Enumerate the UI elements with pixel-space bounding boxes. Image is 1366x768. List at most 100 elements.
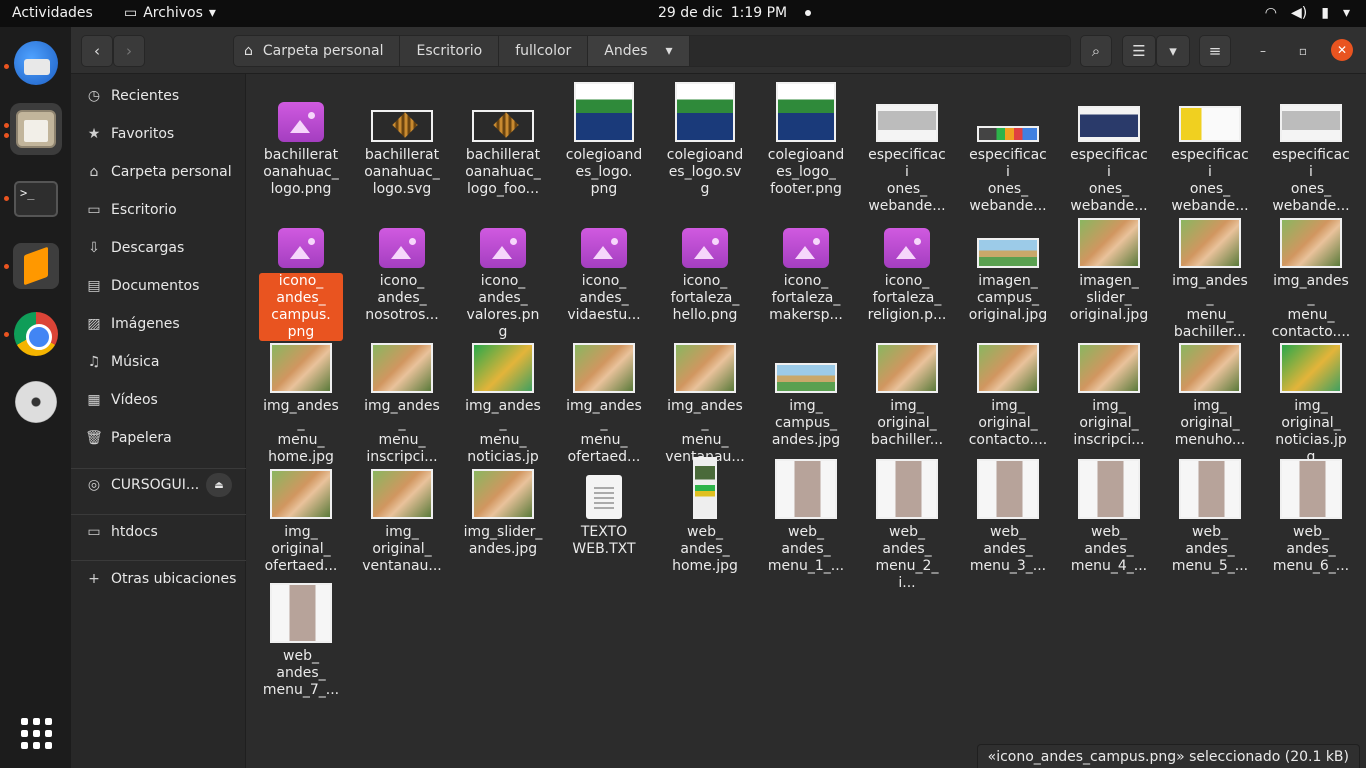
file-item[interactable]: icono_ andes_ campus. png bbox=[251, 204, 351, 341]
image-thumbnail bbox=[1179, 459, 1241, 519]
dock-terminal[interactable]: >_ bbox=[10, 173, 62, 225]
file-thumbnail-area bbox=[554, 329, 654, 395]
sidebar-item-favoritos[interactable]: ★ Favoritos bbox=[71, 117, 246, 151]
chevron-down-icon: ▾ bbox=[1169, 42, 1177, 60]
sidebar-item-device[interactable]: ◎ CURSOGUI... ⏏ bbox=[71, 468, 246, 502]
dock-chrome[interactable] bbox=[10, 308, 62, 360]
file-name: img_ original_ ventanau... bbox=[362, 524, 442, 574]
file-item[interactable]: icono_ andes_ nosotros... bbox=[352, 204, 452, 324]
file-item[interactable]: img_ original_ ofertaed... bbox=[251, 455, 351, 575]
app-menu[interactable]: ▭ Archivos ▾ bbox=[124, 5, 216, 21]
forward-button[interactable]: › bbox=[113, 35, 145, 67]
file-item[interactable]: img_andes_ menu_ ventanau... bbox=[655, 329, 755, 466]
eject-icon[interactable]: ⏏ bbox=[206, 473, 232, 497]
file-item[interactable]: especificaci ones_ webande... bbox=[857, 78, 957, 215]
file-item[interactable]: colegioand es_logo. png bbox=[554, 78, 654, 198]
image-thumbnail bbox=[472, 469, 534, 519]
file-item[interactable]: web_ andes_ menu_7_... bbox=[251, 579, 351, 699]
path-home[interactable]: ⌂ Carpeta personal bbox=[234, 36, 401, 66]
file-item[interactable]: web_ andes_ menu_5_... bbox=[1160, 455, 1260, 575]
file-item[interactable]: web_ andes_ menu_2_i... bbox=[857, 455, 957, 592]
file-item[interactable]: imagen_ campus_ original.jpg bbox=[958, 204, 1058, 324]
file-item[interactable]: especificaci ones_ webande... bbox=[958, 78, 1058, 215]
file-item[interactable]: TEXTO WEB.TXT bbox=[554, 455, 654, 558]
sidebar-item-carpeta-personal[interactable]: ⌂ Carpeta personal bbox=[71, 155, 246, 189]
file-item[interactable]: web_ andes_ menu_4_... bbox=[1059, 455, 1159, 575]
file-name: web_ andes_ menu_3_... bbox=[969, 524, 1047, 574]
back-button[interactable]: ‹ bbox=[81, 35, 113, 67]
file-item[interactable]: img_andes_ menu_ ofertaed... bbox=[554, 329, 654, 466]
music-icon: ♫ bbox=[87, 354, 101, 370]
list-view-button[interactable]: ☰ bbox=[1122, 35, 1156, 67]
file-item[interactable]: img_andes_ menu_ inscripci... bbox=[352, 329, 452, 466]
file-item[interactable]: img_andes_ menu_ bachiller... bbox=[1160, 204, 1260, 341]
file-item[interactable]: imagen_ slider_ original.jpg bbox=[1059, 204, 1159, 324]
file-item[interactable]: web_ andes_ menu_3_... bbox=[958, 455, 1058, 575]
file-item[interactable]: web_ andes_ menu_6_... bbox=[1261, 455, 1361, 575]
menu-button[interactable]: ≡ bbox=[1199, 35, 1231, 67]
file-item[interactable]: bachillerat oanahuac_ logo.svg bbox=[352, 78, 452, 198]
file-thumbnail-area bbox=[352, 329, 452, 395]
minimize-button[interactable]: – bbox=[1253, 41, 1273, 61]
file-item[interactable]: img_ original_ noticias.jpg bbox=[1261, 329, 1361, 466]
sidebar-item-documentos[interactable]: ▤ Documentos bbox=[71, 269, 246, 303]
file-name: img_ original_ inscripci... bbox=[1073, 398, 1145, 448]
close-button[interactable]: ✕ bbox=[1331, 39, 1353, 61]
dock-files[interactable] bbox=[10, 103, 62, 155]
hamburger-icon: ≡ bbox=[1208, 42, 1222, 60]
dock-sublime[interactable] bbox=[10, 240, 62, 292]
image-thumbnail bbox=[574, 82, 634, 142]
show-applications-button[interactable] bbox=[10, 707, 62, 759]
maximize-button[interactable]: ▫ bbox=[1293, 41, 1313, 61]
sidebar-item-recientes[interactable]: ◷ Recientes bbox=[71, 79, 246, 113]
trash-icon: 🗑 bbox=[85, 430, 103, 446]
file-item[interactable]: img_ original_ ventanau... bbox=[352, 455, 452, 575]
sidebar-item-vídeos[interactable]: ▦ Vídeos bbox=[71, 383, 246, 417]
file-name: TEXTO WEB.TXT bbox=[572, 524, 636, 557]
image-thumbnail bbox=[876, 343, 938, 393]
file-item[interactable]: web_ andes_ home.jpg bbox=[655, 455, 755, 575]
file-item[interactable]: icono_ fortaleza_ makersp... bbox=[756, 204, 856, 324]
file-item[interactable]: img_ original_ bachiller... bbox=[857, 329, 957, 449]
file-item[interactable]: especificaci ones_ webande... bbox=[1059, 78, 1159, 215]
dock-thunderbird[interactable] bbox=[10, 37, 62, 89]
clock[interactable]: 29 de dic 1:19 PM bbox=[658, 5, 812, 21]
sidebar-item-htdocs[interactable]: ▭ htdocs bbox=[71, 515, 246, 549]
file-item[interactable]: web_ andes_ menu_1_... bbox=[756, 455, 856, 575]
file-item[interactable]: icono_ fortaleza_ religion.p... bbox=[857, 204, 957, 324]
file-item[interactable]: especificaci ones_ webande... bbox=[1160, 78, 1260, 215]
file-item[interactable]: bachillerat oanahuac_ logo.png bbox=[251, 78, 351, 198]
system-tray[interactable]: ◠ ◀) ▮ ▾ bbox=[1265, 5, 1350, 21]
file-item[interactable]: colegioand es_logo_ footer.png bbox=[756, 78, 856, 198]
file-item[interactable]: especificaci ones_ webande... bbox=[1261, 78, 1361, 215]
dock-dvd[interactable] bbox=[10, 376, 62, 428]
path-crumb-current[interactable]: Andes ▾ bbox=[588, 36, 690, 66]
file-name: img_ original_ contacto.... bbox=[968, 398, 1048, 448]
activities-button[interactable]: Actividades bbox=[12, 5, 93, 21]
file-item[interactable]: icono_ fortaleza_ hello.png bbox=[655, 204, 755, 324]
path-crumb[interactable]: fullcolor bbox=[499, 36, 589, 66]
sidebar-item-música[interactable]: ♫ Música bbox=[71, 345, 246, 379]
file-item[interactable]: img_ original_ inscripci... bbox=[1059, 329, 1159, 449]
file-item[interactable]: colegioand es_logo.svg bbox=[655, 78, 755, 198]
path-crumb-label: Andes bbox=[604, 43, 648, 59]
path-crumb[interactable]: Escritorio bbox=[400, 36, 500, 66]
file-item[interactable]: img_ original_ contacto.... bbox=[958, 329, 1058, 449]
view-options-button[interactable]: ▾ bbox=[1156, 35, 1190, 67]
file-item[interactable]: img_ original_ menuho... bbox=[1160, 329, 1260, 449]
file-item[interactable]: img_slider_ andes.jpg bbox=[453, 455, 553, 558]
sidebar-item-imágenes[interactable]: ▨ Imágenes bbox=[71, 307, 246, 341]
sidebar-item-descargas[interactable]: ⇩ Descargas bbox=[71, 231, 246, 265]
sidebar-item-other-locations[interactable]: + Otras ubicaciones bbox=[71, 562, 246, 596]
sidebar-item-escritorio[interactable]: ▭ Escritorio bbox=[71, 193, 246, 227]
file-item[interactable]: icono_ andes_ vidaestu... bbox=[554, 204, 654, 324]
file-item[interactable]: bachillerat oanahuac_ logo_foo... bbox=[453, 78, 553, 198]
file-name: bachillerat oanahuac_ logo.png bbox=[263, 147, 339, 197]
file-item[interactable]: img_ campus_ andes.jpg bbox=[756, 329, 856, 449]
file-thumbnail-area bbox=[1261, 329, 1361, 395]
file-item[interactable]: img_andes_ menu_ contacto.... bbox=[1261, 204, 1361, 341]
sidebar-item-papelera[interactable]: 🗑 Papelera bbox=[71, 421, 246, 455]
file-item[interactable]: icono_ andes_ valores.png bbox=[453, 204, 553, 341]
search-button[interactable]: ⌕ bbox=[1080, 35, 1112, 67]
file-item[interactable]: img_andes_ menu_ home.jpg bbox=[251, 329, 351, 466]
